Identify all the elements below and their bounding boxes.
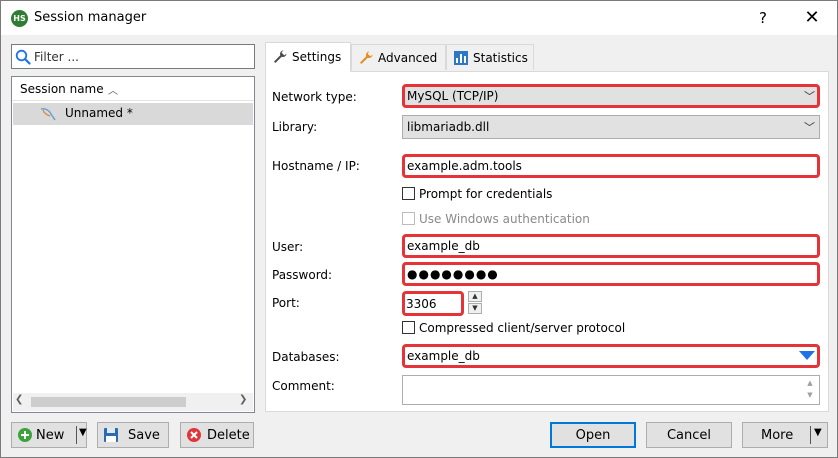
session-row[interactable]: Unnamed * xyxy=(13,103,253,125)
user-label: User: xyxy=(272,240,304,254)
databases-value: example_db xyxy=(407,349,480,363)
dolphin-icon xyxy=(40,108,56,121)
hostname-label: Hostname / IP: xyxy=(272,159,360,173)
port-label: Port: xyxy=(272,296,300,310)
password-value: ●●●●●●●● xyxy=(407,267,499,281)
library-select[interactable]: libmariadb.dll ﹀ xyxy=(402,115,820,139)
horizontal-scrollbar[interactable]: ❮ ❯ xyxy=(13,393,253,411)
windows-auth-label: Use Windows authentication xyxy=(419,212,590,226)
chevron-down-icon: ﹀ xyxy=(804,90,815,103)
save-button-label: Save xyxy=(128,428,160,443)
prompt-credentials-checkbox[interactable]: Prompt for credentials xyxy=(402,187,552,201)
search-icon xyxy=(15,49,31,65)
scroll-left-icon[interactable]: ❮ xyxy=(15,394,23,405)
wrench-orange-icon xyxy=(360,51,373,64)
checkbox-box[interactable] xyxy=(402,321,415,334)
add-circle-icon xyxy=(18,428,32,442)
compressed-protocol-checkbox[interactable]: Compressed client/server protocol xyxy=(402,321,625,335)
filter-box[interactable] xyxy=(11,44,255,69)
library-value: libmariadb.dll xyxy=(407,120,490,134)
checkbox-box[interactable] xyxy=(402,187,415,200)
session-list-header[interactable]: Session name ︿ xyxy=(12,77,254,101)
tab-advanced-label: Advanced xyxy=(378,51,438,65)
databases-input[interactable]: example_db xyxy=(402,344,820,368)
tab-statistics[interactable]: Statistics xyxy=(446,44,534,70)
port-increment-button[interactable]: ▲ xyxy=(468,291,482,302)
close-button[interactable]: ✕ xyxy=(799,6,825,30)
tab-advanced[interactable]: Advanced xyxy=(351,44,446,70)
user-value: example_db xyxy=(407,239,480,253)
cancel-button[interactable]: Cancel xyxy=(646,422,732,448)
new-dropdown-arrow-icon[interactable]: ▼ xyxy=(79,427,87,438)
session-list[interactable]: Session name ︿ Unnamed * ❮ ❯ xyxy=(11,76,255,413)
password-input[interactable]: ●●●●●●●● xyxy=(402,262,820,286)
open-button-label: Open xyxy=(575,428,611,443)
port-decrement-button[interactable]: ▼ xyxy=(468,303,482,314)
hostname-input[interactable]: example.adm.tools xyxy=(402,154,820,178)
help-button[interactable]: ? xyxy=(751,7,775,29)
network-type-value: MySQL (TCP/IP) xyxy=(407,89,499,103)
more-button-label: More xyxy=(761,428,794,443)
more-dropdown-arrow-icon[interactable]: ▼ xyxy=(814,427,822,438)
databases-label: Databases: xyxy=(272,350,340,364)
cancel-button-label: Cancel xyxy=(666,428,712,443)
comment-scrollbar[interactable]: ▲ ▼ xyxy=(802,377,818,403)
dropdown-triangle-icon[interactable] xyxy=(799,351,815,360)
port-input[interactable]: 3306 xyxy=(402,291,464,316)
hostname-value: example.adm.tools xyxy=(407,159,522,173)
port-value: 3306 xyxy=(406,297,437,311)
split-divider xyxy=(76,426,77,444)
save-button[interactable]: Save xyxy=(97,422,169,448)
delete-circle-icon xyxy=(187,428,201,442)
new-button-label: New xyxy=(36,428,65,443)
title-bar: HS Session manager ? ✕ xyxy=(1,1,837,35)
wrench-icon xyxy=(274,50,287,63)
settings-panel: Network type: MySQL (TCP/IP) ﹀ Library: … xyxy=(265,71,829,412)
sort-ascending-icon: ︿ xyxy=(108,86,118,97)
password-label: Password: xyxy=(272,268,333,282)
more-button[interactable]: More ▼ xyxy=(742,422,828,448)
tab-settings-label: Settings xyxy=(292,50,342,64)
delete-button-label: Delete xyxy=(207,428,250,443)
checkbox-box xyxy=(402,212,415,225)
delete-button[interactable]: Delete xyxy=(180,422,254,448)
scrollbar-thumb[interactable] xyxy=(31,397,186,407)
tab-settings[interactable]: Settings xyxy=(265,42,351,72)
window-title: Session manager xyxy=(34,10,147,25)
session-manager-window: HS Session manager ? ✕ Session name ︿ Un… xyxy=(0,0,838,458)
scroll-right-icon[interactable]: ❯ xyxy=(239,394,247,405)
network-type-label: Network type: xyxy=(272,90,357,104)
prompt-credentials-label: Prompt for credentials xyxy=(419,187,553,201)
session-row-label: Unnamed * xyxy=(65,106,133,120)
filter-input[interactable] xyxy=(34,48,249,65)
library-label: Library: xyxy=(272,120,318,134)
split-divider xyxy=(810,426,811,444)
open-button[interactable]: Open xyxy=(550,422,636,448)
app-logo-icon: HS xyxy=(11,10,28,27)
chevron-down-icon: ﹀ xyxy=(804,121,815,134)
column-header-session-name[interactable]: Session name xyxy=(20,82,104,96)
windows-auth-checkbox: Use Windows authentication xyxy=(402,212,590,226)
comment-label: Comment: xyxy=(272,379,335,393)
user-input[interactable]: example_db xyxy=(402,234,820,258)
compressed-protocol-label: Compressed client/server protocol xyxy=(419,321,626,335)
save-disk-icon xyxy=(104,428,118,442)
tab-statistics-label: Statistics xyxy=(473,51,528,65)
comment-textarea[interactable]: ▲ ▼ xyxy=(402,375,820,405)
new-button[interactable]: New ▼ xyxy=(11,422,87,448)
bar-chart-icon xyxy=(454,51,468,65)
network-type-select[interactable]: MySQL (TCP/IP) ﹀ xyxy=(402,84,820,108)
